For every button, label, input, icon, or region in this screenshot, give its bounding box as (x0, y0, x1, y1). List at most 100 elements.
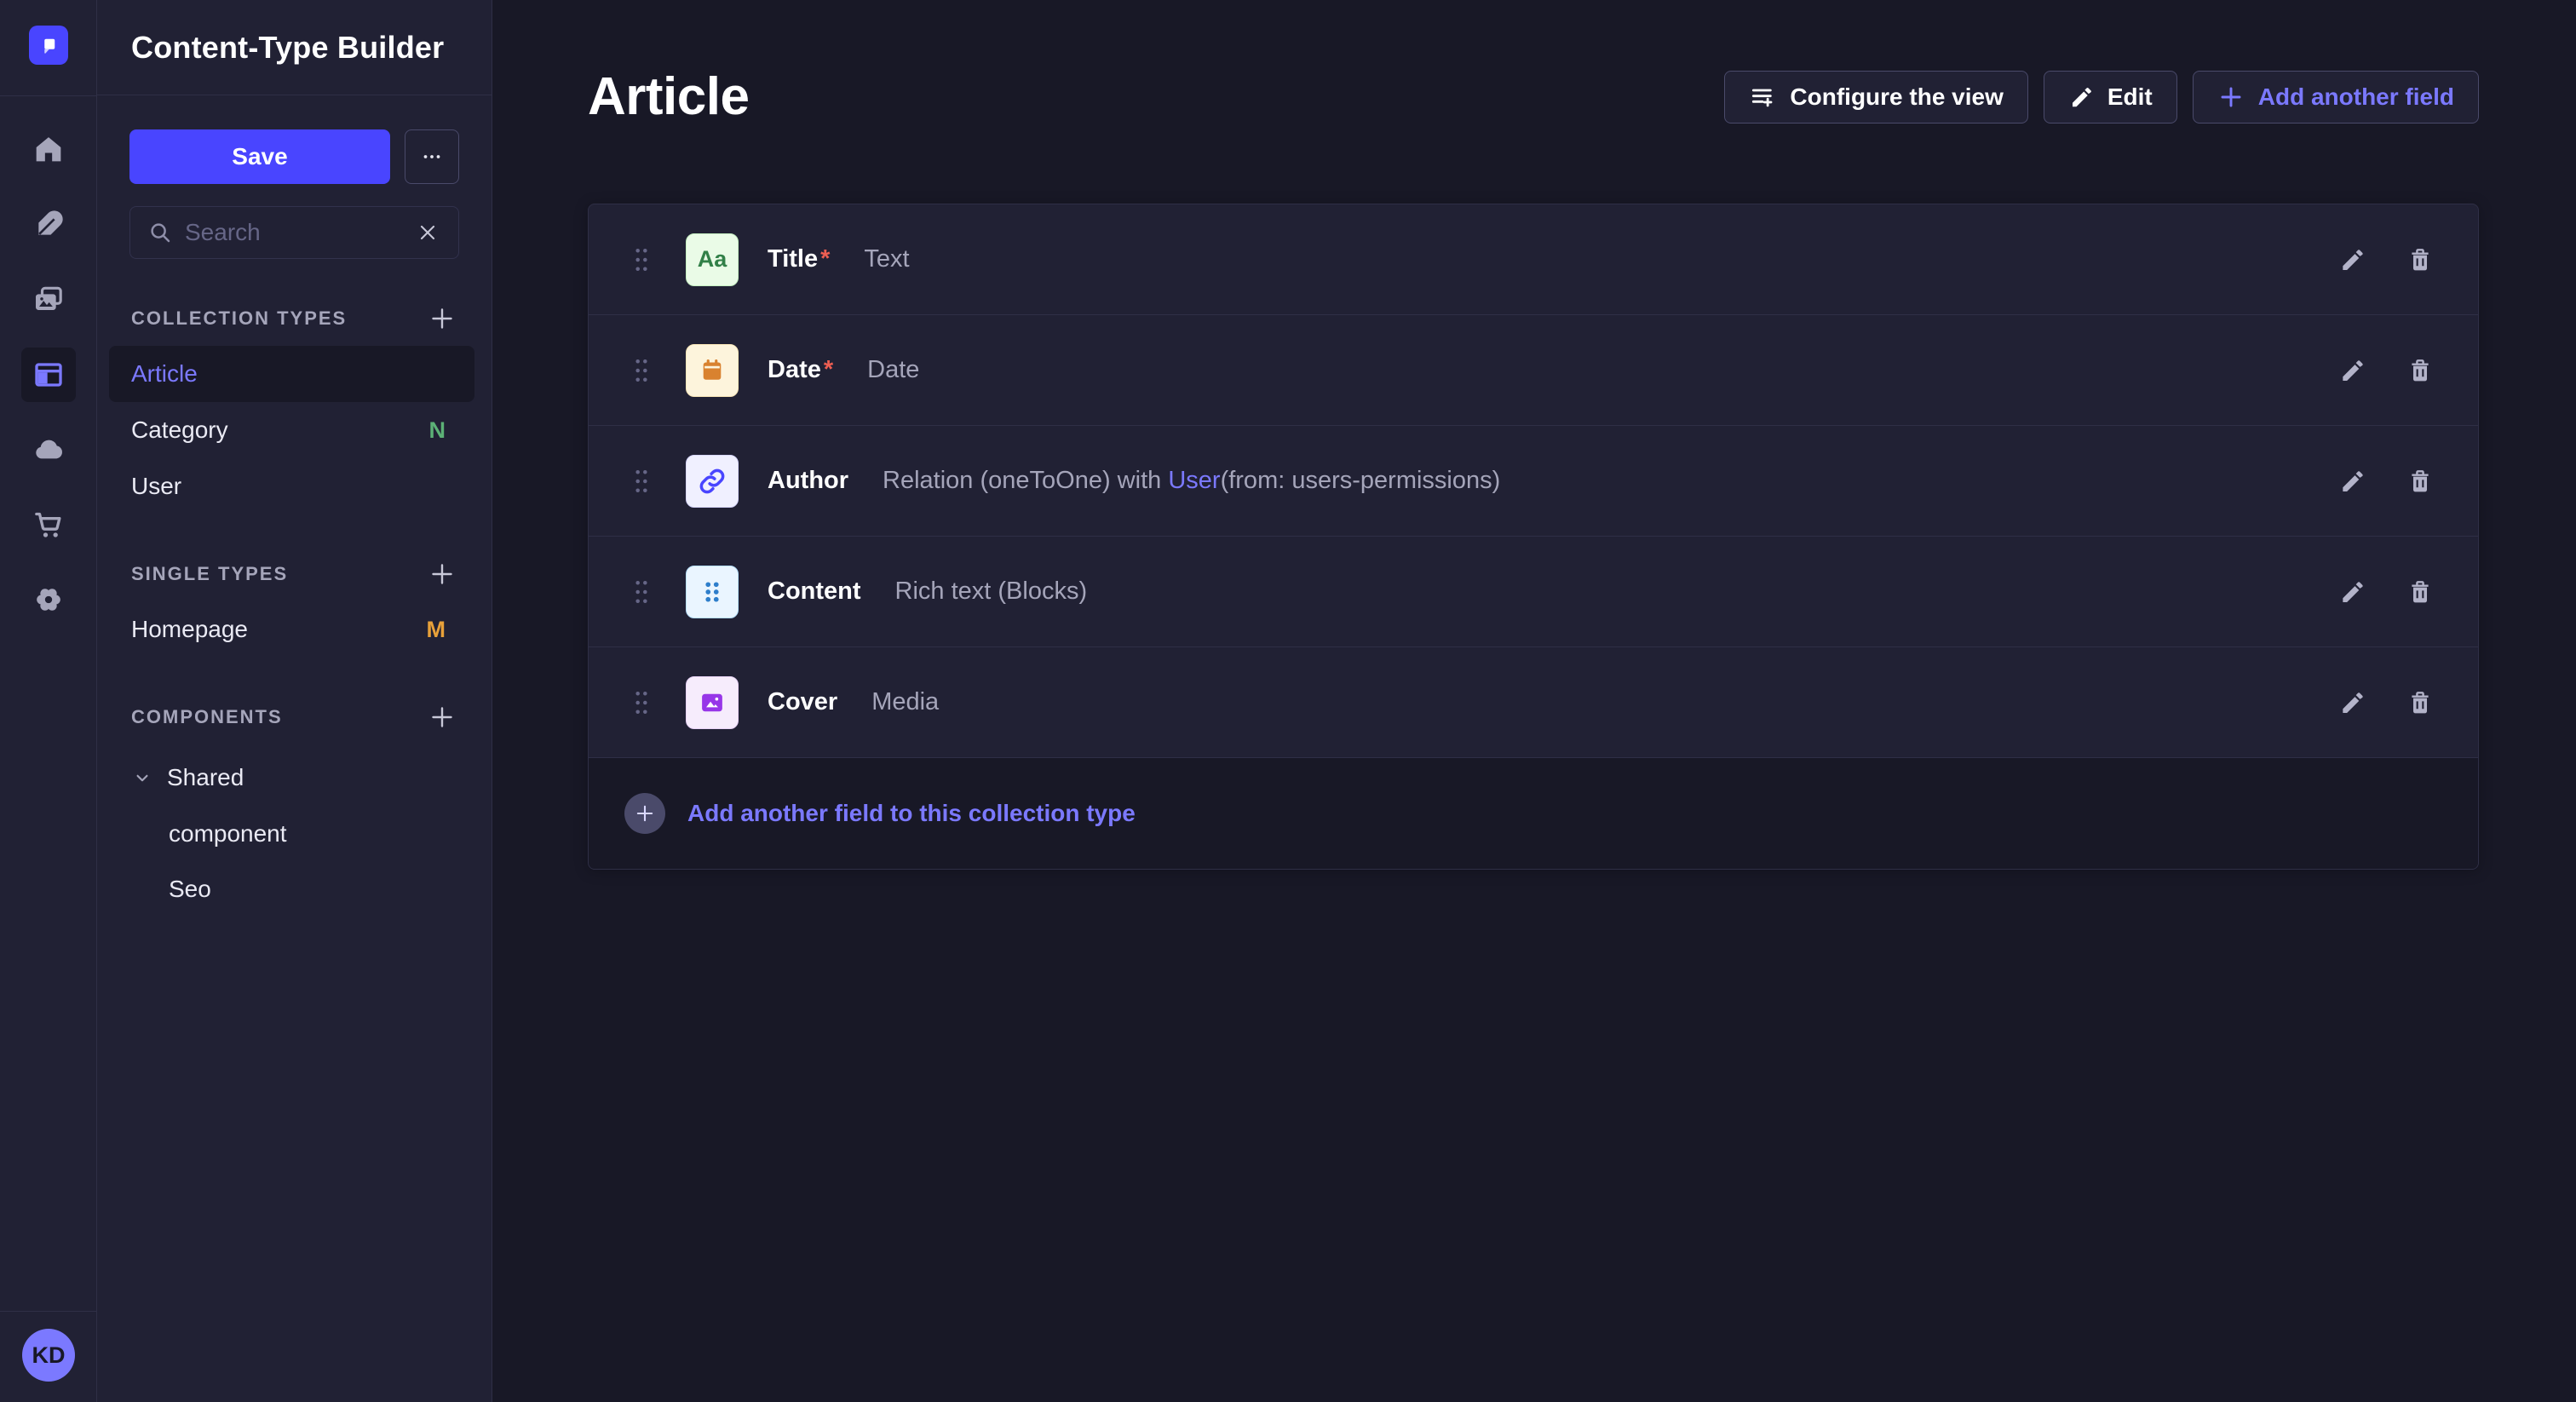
search-input[interactable] (185, 219, 400, 246)
strapi-logo[interactable] (29, 26, 68, 65)
chevron-down-icon (131, 767, 153, 789)
add-single-type-button[interactable] (425, 557, 459, 591)
trash-icon (2406, 357, 2434, 384)
sidebar-item-homepage[interactable]: Homepage M (109, 601, 474, 658)
text-field-icon: Aa (686, 233, 739, 286)
more-button[interactable] (405, 129, 459, 184)
configure-view-label: Configure the view (1790, 83, 2003, 111)
drag-handle[interactable] (635, 580, 650, 604)
clear-search-button[interactable] (412, 217, 443, 248)
pencil-icon (2338, 468, 2366, 495)
required-mark: * (824, 356, 833, 384)
field-name: Date (768, 356, 821, 384)
nav-content-type-builder-button[interactable] (21, 348, 76, 402)
field-type: Relation (oneToOne) with User(from: user… (883, 467, 1500, 495)
media-field-icon (686, 676, 739, 729)
plus-icon (2217, 83, 2245, 111)
nav-content-manager-button[interactable] (21, 198, 76, 252)
nav-marketplace-button[interactable] (21, 497, 76, 552)
date-field-icon (686, 344, 739, 397)
sidebar-item-label: Category (131, 417, 228, 444)
fields-list: Aa Title* Text (588, 204, 2479, 870)
delete-field-button[interactable] (2403, 353, 2437, 388)
drag-handle[interactable] (635, 248, 650, 272)
list-plus-icon (1749, 83, 1776, 111)
search-icon (147, 220, 173, 245)
add-another-field-label: Add another field (2258, 83, 2454, 111)
drag-handle[interactable] (635, 469, 650, 493)
required-mark: * (820, 245, 830, 273)
pencil-icon (2338, 246, 2366, 273)
field-row-title: Aa Title* Text (589, 204, 2478, 315)
add-another-field-button[interactable]: Add another field (2193, 71, 2479, 124)
nav-rail: KD (0, 0, 97, 1402)
add-field-row[interactable]: Add another field to this collection typ… (589, 758, 2478, 869)
pencil-icon (2338, 357, 2366, 384)
nav-home-button[interactable] (21, 123, 76, 177)
edit-field-button[interactable] (2335, 575, 2369, 609)
delete-field-button[interactable] (2403, 243, 2437, 277)
field-name: Title (768, 245, 818, 273)
gear-icon (32, 583, 66, 617)
nav-settings-button[interactable] (21, 572, 76, 627)
status-badge-new: N (429, 417, 446, 444)
nav-deploy-button[interactable] (21, 422, 76, 477)
sidebar-group-shared[interactable]: Shared (109, 750, 474, 806)
field-row-author: Author Relation (oneToOne) with User(fro… (589, 426, 2478, 537)
sidebar-item-seo[interactable]: Seo (109, 861, 474, 916)
content-type-builder-icon (32, 358, 66, 392)
cloud-icon (32, 433, 66, 467)
field-type: Media (871, 688, 939, 716)
nav-media-library-button[interactable] (21, 273, 76, 327)
field-name: Content (768, 577, 861, 606)
edit-field-button[interactable] (2335, 464, 2369, 498)
pencil-icon (2068, 84, 2094, 110)
single-types-label: SINGLE TYPES (131, 563, 288, 585)
field-type: Text (864, 245, 909, 273)
delete-field-button[interactable] (2403, 686, 2437, 720)
avatar[interactable]: KD (22, 1329, 75, 1382)
sidebar-item-label: Homepage (131, 616, 248, 643)
feather-icon (32, 208, 66, 242)
field-row-cover: Cover Media (589, 647, 2478, 758)
delete-field-button[interactable] (2403, 464, 2437, 498)
edit-field-button[interactable] (2335, 686, 2369, 720)
content-type-title: Article (588, 66, 749, 127)
sidebar-item-component[interactable]: component (109, 806, 474, 861)
pencil-icon (2338, 578, 2366, 606)
divider (0, 95, 97, 96)
status-badge-modified: M (427, 617, 446, 643)
drag-handle[interactable] (635, 691, 650, 715)
trash-icon (2406, 468, 2434, 495)
sidebar-item-category[interactable]: Category N (109, 402, 474, 458)
home-icon (32, 133, 66, 167)
plus-icon (427, 702, 457, 733)
ctb-sidebar: Content-Type Builder Save (97, 0, 492, 1402)
sidebar-item-label: component (169, 820, 287, 848)
trash-icon (2406, 246, 2434, 273)
configure-view-button[interactable]: Configure the view (1724, 71, 2027, 124)
add-component-button[interactable] (425, 700, 459, 734)
delete-field-button[interactable] (2403, 575, 2437, 609)
strapi-logo-icon (36, 32, 61, 58)
plus-icon (427, 303, 457, 334)
plus-icon (427, 559, 457, 589)
field-type: Date (867, 356, 919, 384)
relation-field-icon (686, 455, 739, 508)
sidebar-item-article[interactable]: Article (109, 346, 474, 402)
drag-handle[interactable] (635, 359, 650, 382)
media-library-icon (32, 283, 66, 317)
field-name: Author (768, 467, 848, 495)
add-circle-icon (624, 793, 665, 834)
trash-icon (2406, 689, 2434, 716)
add-collection-type-button[interactable] (425, 302, 459, 336)
edit-button[interactable]: Edit (2044, 71, 2177, 124)
save-button[interactable]: Save (129, 129, 390, 184)
edit-field-button[interactable] (2335, 243, 2369, 277)
edit-field-button[interactable] (2335, 353, 2369, 388)
sidebar-item-user[interactable]: User (109, 458, 474, 514)
pencil-icon (2338, 689, 2366, 716)
sidebar-item-label: Seo (169, 876, 211, 903)
sidebar-item-label: User (131, 473, 181, 500)
sidebar-header: Content-Type Builder (97, 0, 492, 95)
